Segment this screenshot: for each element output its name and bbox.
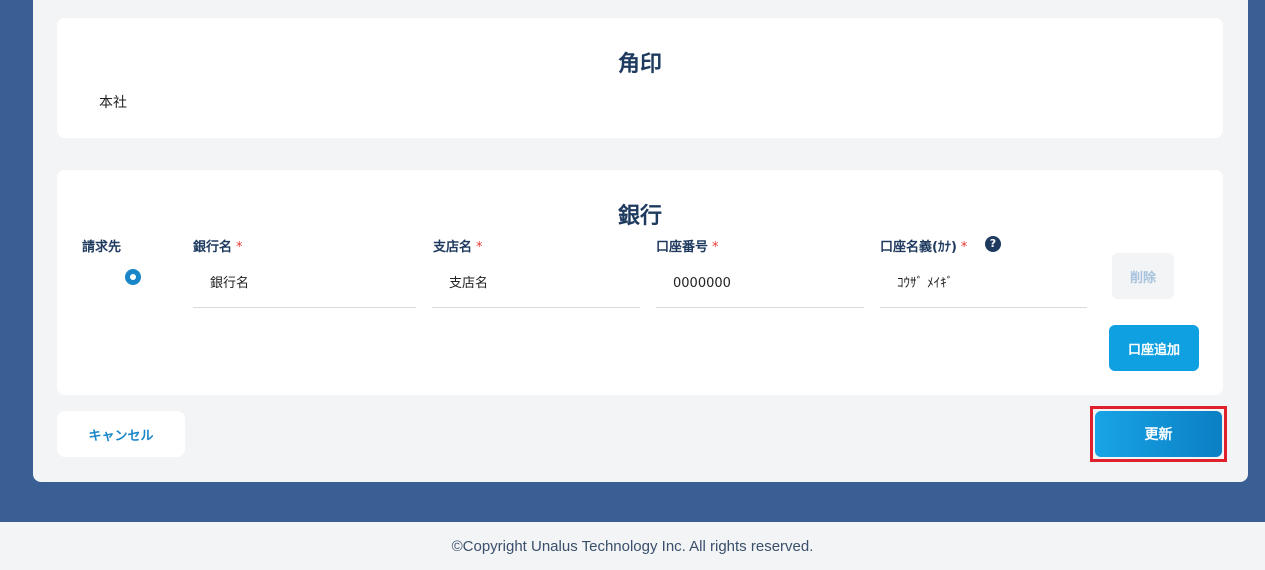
bank-name-input[interactable]	[193, 260, 416, 307]
bank-section-title: 銀行	[617, 204, 662, 229]
delete-button[interactable]: 削除	[1112, 253, 1174, 299]
add-account-button[interactable]: 口座追加	[1109, 325, 1199, 371]
stamp-card: 角印 本社	[57, 18, 1223, 138]
account-number-label: 口座番号 *	[656, 240, 719, 255]
account-holder-label: 口座名義(ｶﾅ) *	[880, 240, 968, 255]
form-panel: 角印 本社 銀行 請求先 銀行名 * 支店名 * 口座番号 * 口座名義(ｶﾅ) * ?…	[33, 0, 1248, 482]
account-holder-input[interactable]	[880, 260, 1087, 307]
branch-name-label: 支店名 *	[433, 240, 483, 255]
branch-name-field	[432, 260, 640, 308]
help-icon[interactable]: ?	[985, 236, 1001, 252]
bank-card: 銀行 請求先 銀行名* 支店名* 口座番号* 口座名義(ｶﾅ)* ? 削除 口座…	[57, 170, 1223, 395]
billing-label: 請求先	[82, 240, 122, 255]
required-mark: *	[236, 240, 243, 255]
footer: ©Copyright Unalus Technology Inc. All ri…	[0, 522, 1265, 570]
cancel-button[interactable]: キャンセル	[57, 411, 185, 457]
required-mark: *	[712, 240, 719, 255]
account-number-field	[656, 260, 864, 308]
update-button[interactable]: 更新	[1095, 411, 1222, 457]
required-mark: *	[476, 240, 483, 255]
copyright-text: ©Copyright Unalus Technology Inc. All ri…	[451, 538, 814, 555]
bank-name-label: 銀行名 *	[193, 240, 243, 255]
account-holder-field	[880, 260, 1087, 308]
branch-name-input[interactable]	[432, 260, 640, 307]
billing-radio[interactable]	[125, 269, 141, 285]
stamp-value: 本社	[99, 95, 127, 111]
account-number-input[interactable]	[656, 260, 864, 307]
required-mark: *	[960, 240, 968, 255]
bank-name-field	[193, 260, 416, 308]
stamp-section-title: 角印	[617, 52, 662, 77]
update-button-highlight: 更新	[1090, 406, 1227, 462]
